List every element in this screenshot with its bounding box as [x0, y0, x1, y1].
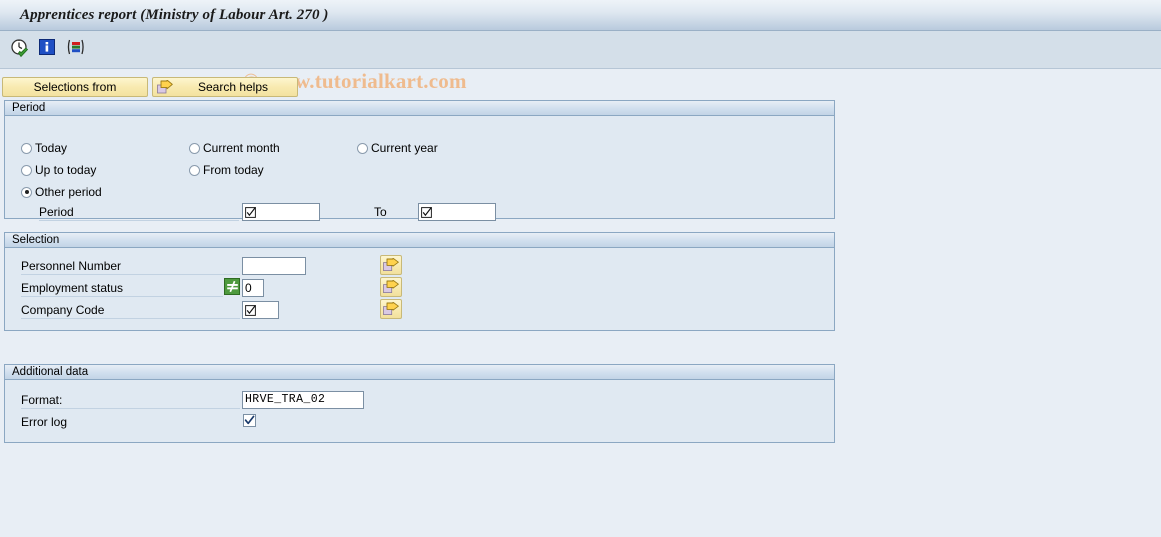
employment-status-operator-not-equal-icon[interactable] — [224, 278, 240, 295]
company-code-label: Company Code — [21, 303, 240, 319]
radio-up-to-today-indicator — [21, 164, 32, 176]
radio-current-year-indicator — [357, 142, 368, 154]
period-from-input[interactable] — [242, 203, 320, 221]
period-to-label: To — [374, 205, 387, 219]
period-from-label: Period — [39, 205, 239, 221]
radio-from-today[interactable]: From today — [189, 163, 264, 177]
value-help-check-icon — [245, 304, 256, 316]
personnel-number-input[interactable] — [242, 257, 306, 275]
radio-current-month-label: Current month — [203, 141, 280, 155]
personnel-number-multiple-selection-button[interactable] — [380, 255, 402, 275]
value-help-check-icon — [245, 206, 256, 218]
additional-data-panel-body: Format: HRVE_TRA_02 Error log — [5, 380, 834, 442]
format-input[interactable]: HRVE_TRA_02 — [242, 391, 364, 409]
selection-panel-body: Personnel Number Employment status 0 Com… — [5, 248, 834, 330]
search-help-arrow-icon — [157, 79, 173, 95]
selection-tab-row: Selections from Search helps — [2, 77, 298, 97]
error-log-checkbox[interactable] — [243, 414, 256, 427]
employment-status-multiple-selection-button[interactable] — [380, 277, 402, 297]
radio-from-today-indicator — [189, 164, 200, 176]
radio-today-label: Today — [35, 141, 68, 155]
application-toolbar: © www.tutorialkart.com — [0, 31, 1161, 93]
period-panel-header: Period — [5, 101, 834, 116]
radio-today-indicator — [21, 142, 32, 154]
execute-clock-icon[interactable] — [10, 38, 30, 58]
toolbar-icon-group — [10, 38, 86, 58]
company-code-input[interactable] — [242, 301, 279, 319]
period-to-input[interactable] — [418, 203, 496, 221]
window-title-bar: Apprentices report (Ministry of Labour A… — [0, 0, 1161, 31]
tab-selections-from[interactable]: Selections from — [2, 77, 148, 97]
radio-other-period-indicator — [21, 186, 32, 198]
value-help-check-icon — [421, 206, 432, 218]
tab-search-helps-label: Search helps — [197, 80, 269, 94]
radio-from-today-label: From today — [203, 163, 264, 177]
period-panel-body: Today Current month Current year Up to t… — [5, 116, 834, 221]
employment-status-input[interactable]: 0 — [242, 279, 264, 297]
radio-current-year[interactable]: Current year — [357, 141, 438, 155]
company-code-multiple-selection-button[interactable] — [380, 299, 402, 319]
radio-other-period-label: Other period — [35, 185, 102, 199]
employment-status-value: 0 — [245, 281, 252, 295]
radio-current-year-label: Current year — [371, 141, 438, 155]
radio-today[interactable]: Today — [21, 141, 67, 155]
radio-up-to-today[interactable]: Up to today — [21, 163, 96, 177]
tab-search-helps[interactable]: Search helps — [152, 77, 298, 97]
radio-up-to-today-label: Up to today — [35, 163, 97, 177]
variant-icon[interactable] — [66, 38, 86, 58]
additional-data-panel-header: Additional data — [5, 365, 834, 380]
employment-status-label: Employment status — [21, 281, 223, 297]
radio-other-period[interactable]: Other period — [21, 185, 102, 199]
error-log-label: Error log — [21, 415, 68, 429]
selection-panel: Selection Personnel Number Employment st… — [4, 232, 835, 331]
personnel-number-label: Personnel Number — [21, 259, 240, 275]
information-icon[interactable] — [38, 38, 58, 58]
selection-panel-header: Selection — [5, 233, 834, 248]
format-value: HRVE_TRA_02 — [245, 393, 326, 406]
format-label: Format: — [21, 393, 240, 409]
period-panel: Period Today Current month Current year … — [4, 100, 835, 221]
tab-selections-from-label: Selections from — [33, 80, 117, 94]
radio-current-month[interactable]: Current month — [189, 141, 280, 155]
radio-current-month-indicator — [189, 142, 200, 154]
additional-data-panel: Additional data Format: HRVE_TRA_02 Erro… — [4, 364, 835, 443]
page-title: Apprentices report (Ministry of Labour A… — [20, 7, 329, 23]
